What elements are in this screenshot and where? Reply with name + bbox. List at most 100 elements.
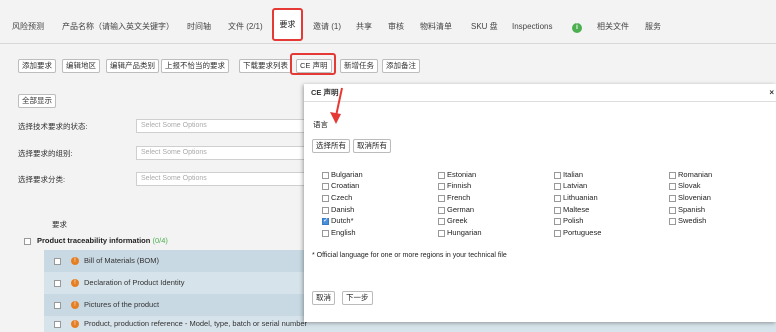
language-checkbox[interactable] xyxy=(438,217,445,225)
tab-related-files[interactable]: 相关文件 xyxy=(597,20,629,34)
language-checkbox[interactable] xyxy=(554,206,561,214)
language-checkbox[interactable] xyxy=(554,171,561,179)
cancel-button[interactable]: 取消 xyxy=(312,291,335,305)
language-option[interactable]: Finnish xyxy=(438,181,471,190)
close-icon[interactable]: × xyxy=(769,84,774,102)
row-checkbox[interactable] xyxy=(54,320,61,328)
add-requirement-button[interactable]: 添加要求 xyxy=(18,59,56,73)
row-checkbox[interactable] xyxy=(54,257,61,265)
language-option[interactable]: English xyxy=(322,228,356,237)
language-option[interactable]: Estonian xyxy=(438,170,476,179)
language-option[interactable]: Italian xyxy=(554,170,583,179)
warning-icon: ! xyxy=(71,301,79,310)
tab-documents[interactable]: 文件 (2/1) xyxy=(228,20,263,34)
official-language-footnote: * Official language for one or more regi… xyxy=(312,252,507,259)
language-option[interactable]: French xyxy=(438,193,470,202)
language-checkbox[interactable] xyxy=(554,217,561,225)
language-checkbox[interactable] xyxy=(669,206,676,214)
requirement-label: Declaration of Product Identity xyxy=(84,278,185,287)
tab-requirements-label: 要求 xyxy=(279,20,296,29)
language-checkbox[interactable] xyxy=(669,171,676,179)
row-checkbox[interactable] xyxy=(54,279,61,287)
show-all-button[interactable]: 全部显示 xyxy=(18,94,56,108)
tab-inspections[interactable]: Inspections xyxy=(512,20,552,34)
next-button[interactable]: 下一步 xyxy=(342,291,373,305)
language-option[interactable]: Spanish xyxy=(669,205,705,214)
tab-timeline[interactable]: 时间轴 xyxy=(187,20,211,34)
ce-declaration-button[interactable]: CE 声明 xyxy=(296,59,332,73)
language-option[interactable]: Lithuanian xyxy=(554,193,598,202)
language-option[interactable]: Polish xyxy=(554,216,583,225)
report-inappropriate-button[interactable]: 上报不恰当的要求 xyxy=(161,59,229,73)
deselect-all-button[interactable]: 取消所有 xyxy=(353,139,391,153)
language-checkbox[interactable] xyxy=(438,206,445,214)
requirement-group-row[interactable]: Product traceability information (0/4) xyxy=(24,236,168,245)
requirement-label: Product, production reference - Model, t… xyxy=(84,319,308,328)
ce-declaration-modal: CE 声明 × 语言 选择所有 取消所有 Bulgarian Croatian … xyxy=(304,84,776,322)
tab-bill-of-materials[interactable]: 物料清单 xyxy=(420,20,452,34)
language-checkbox[interactable] xyxy=(554,229,561,237)
language-option[interactable]: Bulgarian xyxy=(322,170,363,179)
tab-sku[interactable]: SKU 盘 xyxy=(471,20,498,34)
tab-info[interactable]: i xyxy=(572,20,582,34)
language-option[interactable]: German xyxy=(438,205,474,214)
language-option[interactable]: Portuguese xyxy=(554,228,601,237)
language-checkbox[interactable] xyxy=(554,194,561,202)
edit-product-category-button[interactable]: 编辑产品类别 xyxy=(106,59,159,73)
language-checkbox[interactable] xyxy=(554,182,561,190)
language-option[interactable]: Hungarian xyxy=(438,228,482,237)
language-checkbox[interactable] xyxy=(322,182,329,190)
tab-requirements[interactable]: 要求 xyxy=(272,8,303,41)
language-checkbox[interactable] xyxy=(669,194,676,202)
group-count: (0/4) xyxy=(152,236,168,245)
tab-share[interactable]: 共享 xyxy=(356,20,372,34)
tab-services[interactable]: 服务 xyxy=(645,20,661,34)
group-filter-label: 选择要求的组别: xyxy=(18,149,73,158)
language-checkbox[interactable] xyxy=(669,217,676,225)
category-filter-select[interactable]: Select Some Options xyxy=(136,172,306,186)
requirement-label: Pictures of the product xyxy=(84,300,160,309)
language-option[interactable]: Slovak xyxy=(669,181,701,190)
language-checkbox[interactable] xyxy=(438,182,445,190)
add-note-button[interactable]: 添加备注 xyxy=(382,59,420,73)
warning-icon: ! xyxy=(71,257,79,266)
download-requirements-button[interactable]: 下载要求列表 xyxy=(239,59,292,73)
info-icon: i xyxy=(572,23,582,33)
modal-header: CE 声明 × xyxy=(304,84,776,102)
status-filter-label: 选择技术要求的状态: xyxy=(18,122,88,131)
warning-icon: ! xyxy=(71,279,79,288)
language-option[interactable]: Swedish xyxy=(669,216,706,225)
language-checkbox-checked[interactable] xyxy=(322,216,329,225)
new-task-button[interactable]: 新增任务 xyxy=(340,59,378,73)
language-checkbox[interactable] xyxy=(322,229,329,237)
select-all-button[interactable]: 选择所有 xyxy=(312,139,350,153)
tab-product-name[interactable]: 产品名称（请输入英文关键字） xyxy=(62,20,174,34)
tab-audit[interactable]: 审核 xyxy=(388,20,404,34)
group-title: Product traceability information xyxy=(37,236,151,245)
group-checkbox[interactable] xyxy=(24,237,31,245)
language-checkbox[interactable] xyxy=(438,171,445,179)
row-checkbox[interactable] xyxy=(54,301,61,309)
language-option[interactable]: Danish xyxy=(322,205,354,214)
language-option[interactable]: Greek xyxy=(438,216,467,225)
edit-region-button[interactable]: 编辑地区 xyxy=(62,59,100,73)
language-checkbox[interactable] xyxy=(438,229,445,237)
language-checkbox[interactable] xyxy=(322,194,329,202)
language-option[interactable]: Croatian xyxy=(322,181,359,190)
language-option[interactable]: Slovenian xyxy=(669,193,711,202)
language-option[interactable]: Dutch* xyxy=(322,216,354,225)
language-checkbox[interactable] xyxy=(322,171,329,179)
language-checkbox[interactable] xyxy=(669,182,676,190)
language-option[interactable]: Latvian xyxy=(554,181,587,190)
warning-icon: ! xyxy=(71,320,79,329)
requirement-label: Bill of Materials (BOM) xyxy=(84,256,160,265)
status-filter-select[interactable]: Select Some Options xyxy=(136,119,306,133)
language-checkbox[interactable] xyxy=(438,194,445,202)
tab-risk-prediction[interactable]: 风险预测 xyxy=(12,20,44,34)
language-option[interactable]: Romanian xyxy=(669,170,712,179)
language-checkbox[interactable] xyxy=(322,206,329,214)
tab-invitations[interactable]: 邀请 (1) xyxy=(313,20,341,34)
language-option[interactable]: Czech xyxy=(322,193,352,202)
language-option[interactable]: Maltese xyxy=(554,205,589,214)
group-filter-select[interactable]: Select Some Options xyxy=(136,146,306,160)
